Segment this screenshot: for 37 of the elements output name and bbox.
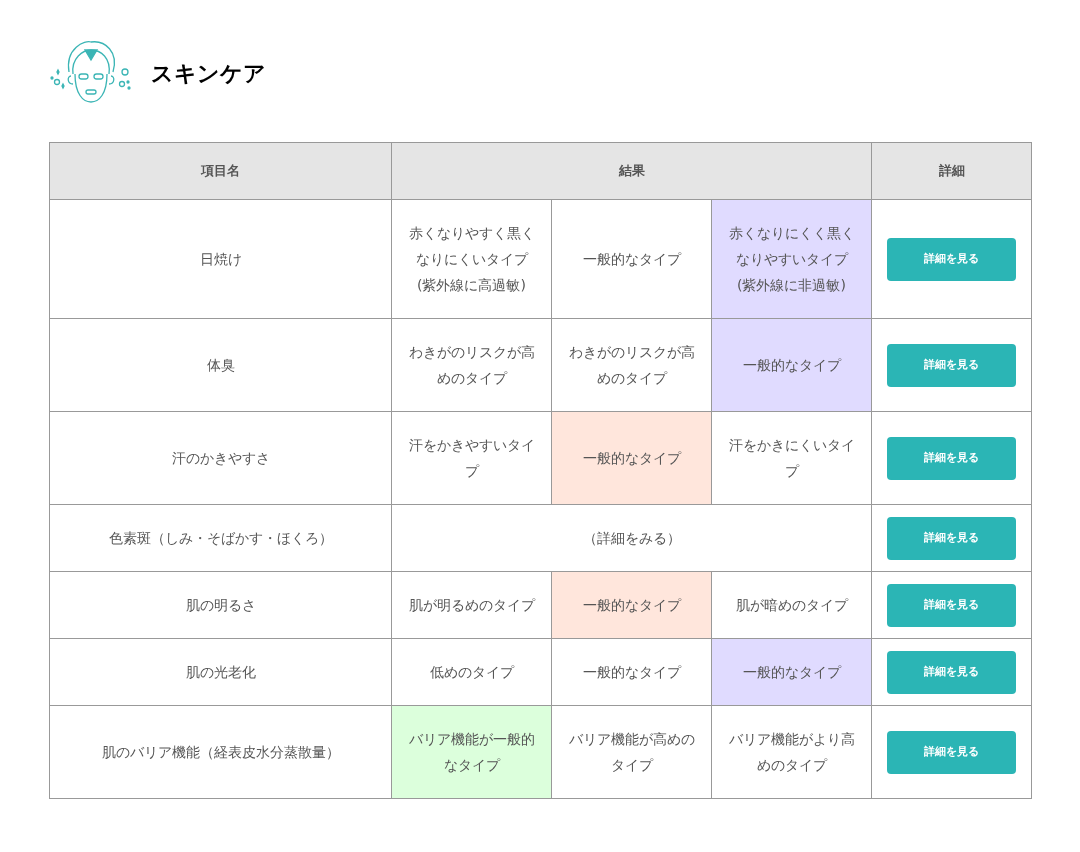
table-cell: バリア機能がより高めのタイプ: [711, 705, 872, 799]
table-cell: 汗のかきやすさ: [49, 411, 392, 505]
table-cell: 一般的なタイプ: [711, 318, 872, 412]
table-cell: 汗をかきにくいタイプ: [711, 411, 872, 505]
table-cell: 一般的なタイプ: [711, 638, 872, 706]
details-button[interactable]: 詳細を見る: [887, 343, 1016, 387]
table-cell: わきがのリスクが高めのタイプ: [391, 318, 552, 412]
table-cell: 肌の明るさ: [49, 571, 392, 639]
details-button[interactable]: 詳細を見る: [887, 583, 1016, 627]
table-cell: 肌が暗めのタイプ: [711, 571, 872, 639]
column-header: 項目名: [49, 142, 392, 200]
table-cell: 日焼け: [49, 199, 392, 319]
table-cell: 赤くなりにくく黒くなりやすいタイプ(紫外線に非過敏): [711, 199, 872, 319]
table-cell: 一般的なタイプ: [551, 411, 712, 505]
details-button[interactable]: 詳細を見る: [887, 436, 1016, 480]
table-cell: （詳細をみる）: [391, 504, 872, 572]
table-cell: 肌が明るめのタイプ: [391, 571, 552, 639]
details-button[interactable]: 詳細を見る: [887, 516, 1016, 560]
table-cell: 汗をかきやすいタイプ: [391, 411, 552, 505]
table-cell: バリア機能が高めのタイプ: [551, 705, 712, 799]
table-cell: 低めのタイプ: [391, 638, 552, 706]
table-cell: 一般的なタイプ: [551, 571, 712, 639]
table-cell: 肌の光老化: [49, 638, 392, 706]
table-cell: わきがのリスクが高めのタイプ: [551, 318, 712, 412]
column-header: 詳細: [871, 142, 1032, 200]
table-cell: 一般的なタイプ: [551, 638, 712, 706]
table-cell: 一般的なタイプ: [551, 199, 712, 319]
details-button[interactable]: 詳細を見る: [887, 730, 1016, 774]
table-cell: 赤くなりやすく黒くなりにくいタイプ(紫外線に高過敏): [391, 199, 552, 319]
table-cell: 体臭: [49, 318, 392, 412]
details-button[interactable]: 詳細を見る: [887, 650, 1016, 694]
table-cell: 肌のバリア機能（経表皮水分蒸散量）: [49, 705, 392, 799]
column-header: 結果: [391, 142, 872, 200]
table-cell: 色素斑（しみ・そばかす・ほくろ）: [49, 504, 392, 572]
table-cell: バリア機能が一般的なタイプ: [391, 705, 552, 799]
page-title: スキンケア: [151, 59, 266, 88]
details-button[interactable]: 詳細を見る: [887, 237, 1016, 281]
